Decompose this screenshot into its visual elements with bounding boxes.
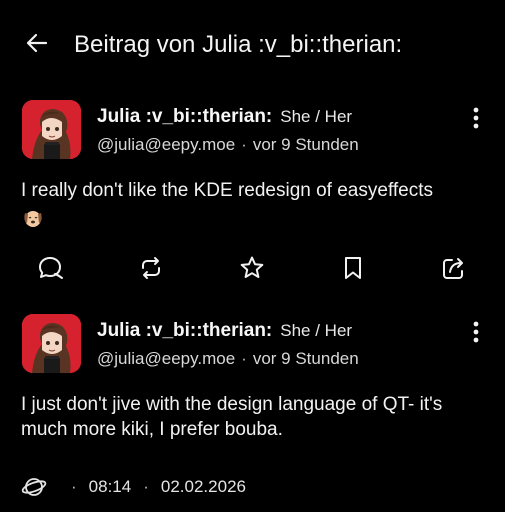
favourite-icon — [240, 256, 264, 278]
boost-icon — [142, 257, 160, 279]
page-title: Beitrag von Julia :v_bi::therian: — [74, 31, 403, 58]
post-time: 08:14 — [88, 477, 132, 496]
sad-dog-emoji — [24, 211, 42, 227]
visibility-button[interactable] — [21, 474, 47, 500]
post-actions — [0, 250, 505, 286]
author-handle[interactable]: @julia@eepy.moe — [97, 135, 235, 154]
post-text: I really don't like the KDE redesign of … — [21, 180, 433, 201]
author-display-name[interactable]: Julia :v_bi::therian: — [97, 106, 272, 127]
author-display-name[interactable]: Julia :v_bi::therian: — [97, 320, 272, 341]
author-line: Julia :v_bi::therian: She / Her — [97, 320, 352, 342]
separator: · — [143, 477, 149, 496]
more-options-button[interactable] — [462, 104, 490, 132]
post-time-ago: vor 9 Stunden — [252, 135, 359, 154]
bookmark-button[interactable] — [335, 250, 371, 286]
author-line: Julia :v_bi::therian: She / Her — [97, 106, 352, 128]
handle-line: @julia@eepy.moe · vor 9 Stunden — [97, 134, 359, 156]
avatar[interactable] — [22, 100, 81, 159]
boost-button[interactable] — [133, 250, 169, 286]
globe-icon — [21, 478, 47, 496]
separator: · — [241, 135, 247, 154]
bookmark-icon — [345, 257, 361, 279]
more-vertical-icon — [473, 107, 479, 129]
favourite-button[interactable] — [234, 250, 270, 286]
post-text: I just don't jive with the design langua… — [21, 394, 443, 440]
post-content: I just don't jive with the design langua… — [21, 392, 491, 442]
share-button[interactable] — [436, 250, 472, 286]
handle-line: @julia@eepy.moe · vor 9 Stunden — [97, 348, 359, 370]
separator: · — [241, 349, 247, 368]
author-pronouns: She / Her — [280, 107, 353, 126]
app-header: Beitrag von Julia :v_bi::therian: — [0, 0, 505, 86]
share-icon — [443, 258, 463, 279]
more-vertical-icon — [473, 321, 479, 343]
reply-button[interactable] — [32, 250, 68, 286]
arrow-left-icon — [26, 33, 48, 53]
more-options-button[interactable] — [462, 318, 490, 346]
post-content: I really don't like the KDE redesign of … — [21, 178, 491, 229]
back-button[interactable] — [22, 28, 52, 58]
author-pronouns: She / Her — [280, 321, 353, 340]
separator: · — [71, 477, 77, 496]
post-meta: · 08:14 · 02.02.2026 — [21, 474, 246, 500]
author-handle[interactable]: @julia@eepy.moe — [97, 349, 235, 368]
post-date: 02.02.2026 — [160, 477, 246, 496]
avatar[interactable] — [22, 314, 81, 373]
post-time-ago: vor 9 Stunden — [252, 349, 359, 368]
reply-icon — [39, 257, 63, 279]
